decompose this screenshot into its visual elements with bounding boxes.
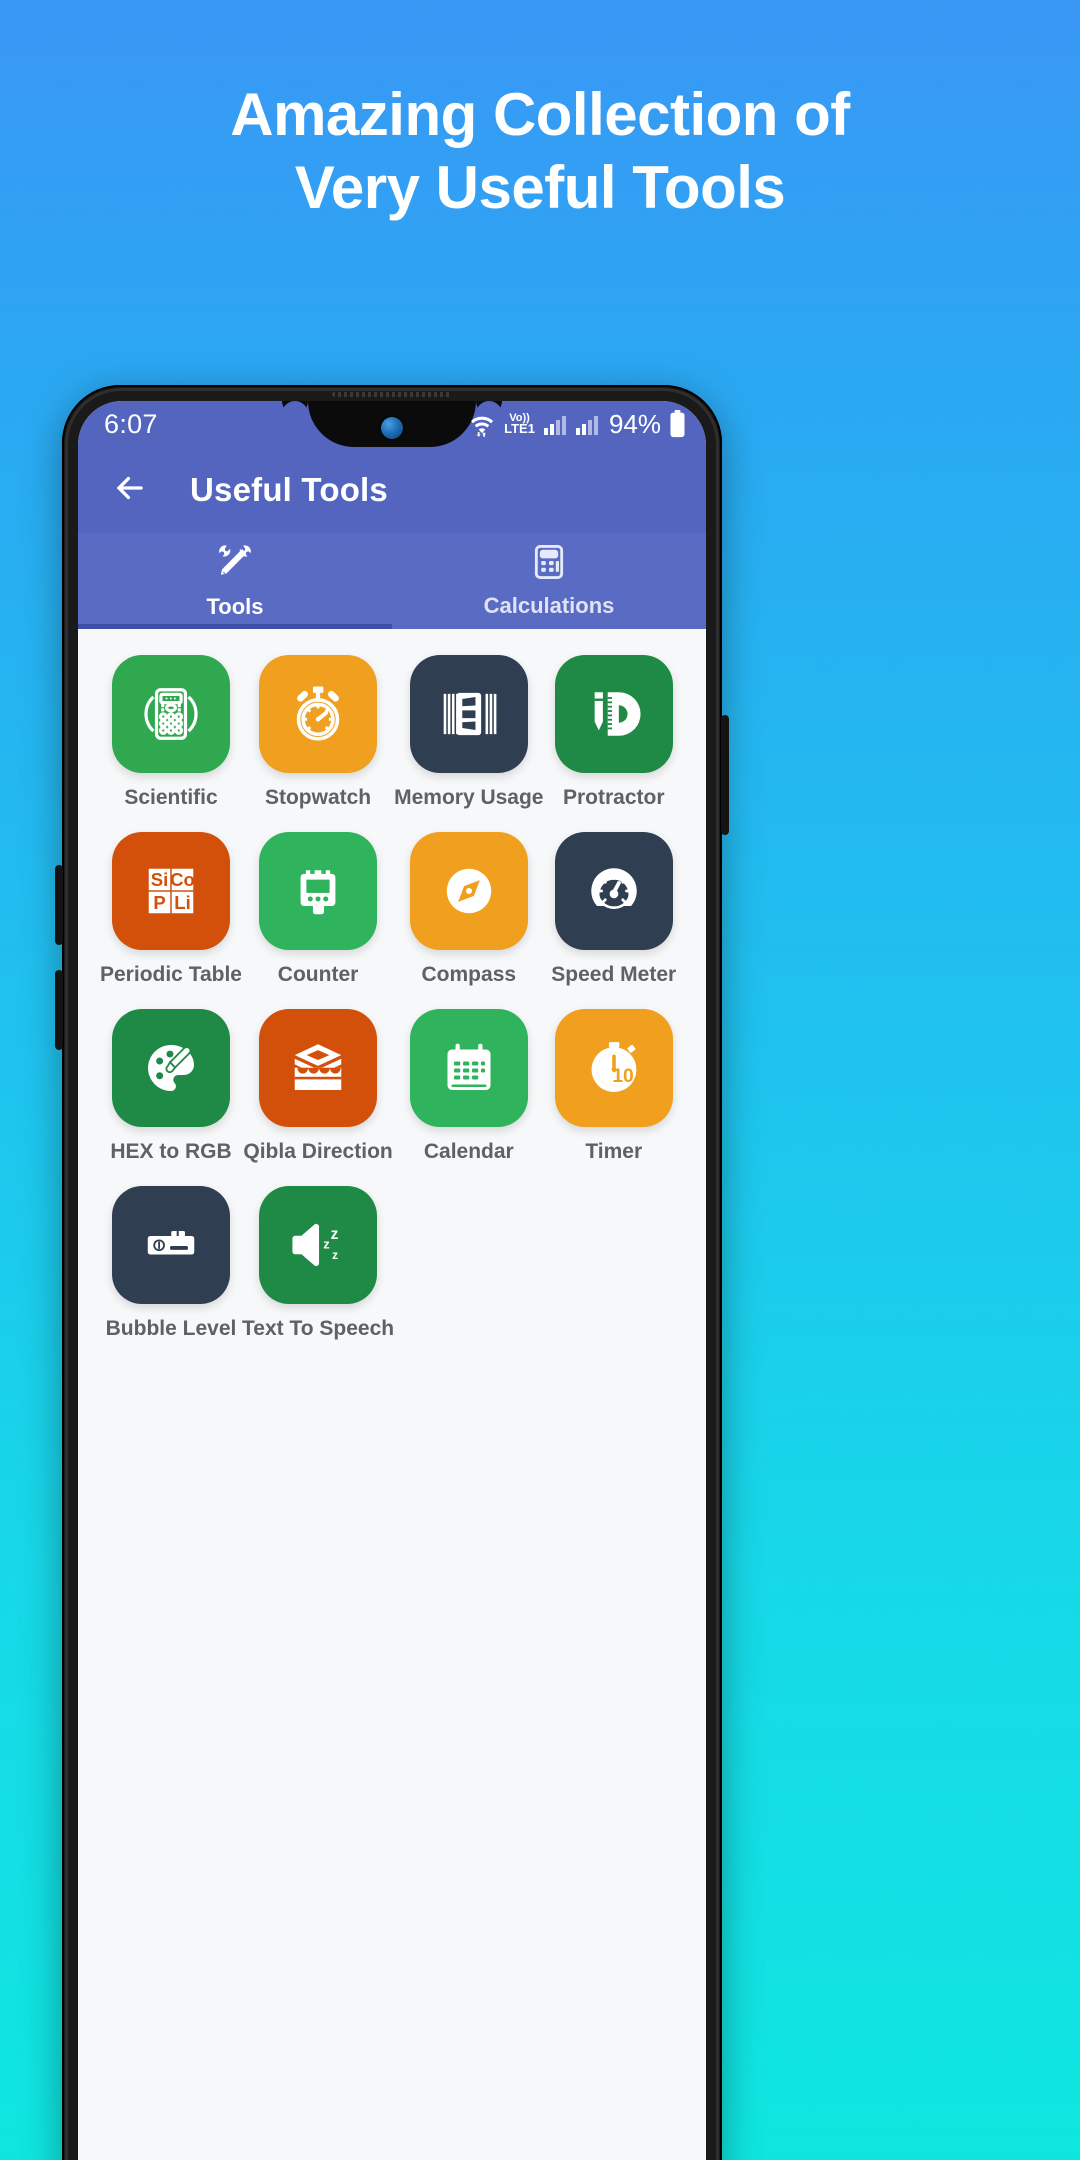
svg-text:P: P [153, 892, 165, 913]
signal-bars-icon [543, 413, 567, 435]
hero-line-2: Very Useful Tools [294, 154, 786, 222]
kaaba-icon [287, 1037, 349, 1099]
svg-text:z: z [332, 1248, 338, 1262]
phone-screen: 6:07 Vo)) LTE1 94% Useful Tools Tools Ca… [78, 401, 706, 2160]
front-camera [381, 417, 403, 439]
phone-mockup: 6:07 Vo)) LTE1 94% Useful Tools Tools Ca… [55, 385, 729, 2160]
grid-label-compass: Compass [421, 963, 517, 986]
tab-label-calculations: Calculations [483, 593, 615, 618]
grid-label-bubble-level: Bubble Level [105, 1317, 237, 1340]
grid-label-scientific: Scientific [124, 786, 218, 809]
svg-text:10: 10 [612, 1066, 633, 1087]
grid-label-memory-usage: Memory Usage [394, 786, 544, 809]
svg-text:z: z [323, 1237, 329, 1252]
tile-qibla-direction[interactable] [259, 1009, 378, 1127]
compass-icon [438, 860, 500, 922]
volume-down-button[interactable] [55, 970, 63, 1050]
grid-label-qibla-direction: Qibla Direction [243, 1140, 393, 1163]
svg-text:Li: Li [174, 892, 190, 913]
stopwatch-icon [286, 682, 350, 746]
grid-item-qibla-direction[interactable]: Qibla Direction [242, 1009, 394, 1164]
tools-icon [215, 542, 255, 587]
grid-label-timer: Timer [585, 1140, 643, 1163]
tab-active-indicator [78, 624, 392, 629]
speaker-zzz-icon: z z z [287, 1214, 349, 1276]
battery-icon [669, 410, 686, 438]
grid-item-calendar[interactable]: Calendar [394, 1009, 543, 1164]
protractor-icon [585, 685, 643, 743]
svg-text:Co: Co [170, 869, 195, 890]
grid-label-text-to-speech: Text To Speech [242, 1317, 395, 1340]
tile-speed-meter[interactable] [554, 832, 673, 950]
volume-up-button[interactable] [55, 865, 63, 945]
grid-item-stopwatch[interactable]: Stopwatch [242, 655, 394, 810]
tile-memory-usage[interactable] [409, 655, 528, 773]
counter-device-icon [289, 862, 347, 920]
grid-label-stopwatch: Stopwatch [264, 786, 372, 809]
power-button[interactable] [721, 715, 729, 835]
status-time: 6:07 [104, 408, 158, 439]
grid-item-scientific[interactable]: Scientific [100, 655, 242, 810]
speedometer-icon [583, 860, 645, 922]
grid-label-speed-meter: Speed Meter [551, 963, 677, 986]
tile-bubble-level[interactable] [112, 1186, 230, 1304]
grid-item-compass[interactable]: Compass [394, 832, 543, 987]
grid-item-timer[interactable]: 10 Timer [543, 1009, 684, 1164]
grid-item-counter[interactable]: Counter [242, 832, 394, 987]
volte-indicator: Vo)) LTE1 [504, 412, 535, 437]
tab-label-tools: Tools [206, 594, 264, 619]
tile-stopwatch[interactable] [259, 655, 378, 773]
page-title: Useful Tools [190, 471, 388, 508]
tools-grid-area: Scientific Stopwatch Memory Usage Protra… [78, 629, 706, 2160]
calendar-icon [439, 1038, 499, 1098]
paint-palette-icon [140, 1037, 202, 1099]
tab-calculations[interactable]: Calculations [392, 533, 706, 629]
grid-label-calendar: Calendar [423, 1140, 514, 1163]
tile-counter[interactable] [259, 832, 378, 950]
grid-item-bubble-level[interactable]: Bubble Level [100, 1186, 242, 1341]
svg-text:z: z [331, 1226, 339, 1243]
back-button[interactable] [104, 464, 156, 516]
tab-tools[interactable]: Tools [78, 533, 392, 629]
signal-bars-icon-2 [575, 413, 599, 435]
grid-item-hex-to-rgb[interactable]: HEX to RGB [100, 1009, 242, 1164]
back-arrow-icon [111, 469, 149, 512]
timer-10-icon: 10 [582, 1036, 646, 1100]
grid-item-text-to-speech[interactable]: z z z Text To Speech [242, 1186, 394, 1341]
hero-headline: Amazing Collection of Very Useful Tools [0, 78, 1080, 224]
calculator-icon [530, 543, 568, 586]
volte-bottom-text: LTE1 [504, 421, 535, 437]
tile-hex-to-rgb[interactable] [112, 1009, 230, 1127]
tile-scientific[interactable] [112, 655, 230, 773]
tile-calendar[interactable] [409, 1009, 528, 1127]
grid-label-protractor: Protractor [562, 786, 665, 809]
grid-label-periodic-table: Periodic Table [100, 963, 242, 986]
app-bar: Useful Tools [78, 447, 706, 533]
grid-item-periodic-table[interactable]: Si Co P Li Periodic Table [100, 832, 242, 987]
tile-protractor[interactable] [554, 655, 673, 773]
scientific-calculator-icon [140, 683, 202, 745]
hero-line-1: Amazing Collection of [230, 81, 850, 148]
grid-item-memory-usage[interactable]: Memory Usage [394, 655, 543, 810]
bubble-level-icon [140, 1214, 202, 1276]
tile-periodic-table[interactable]: Si Co P Li [112, 832, 230, 950]
grid-item-speed-meter[interactable]: Speed Meter [543, 832, 684, 987]
memory-ram-icon [438, 683, 500, 745]
tile-timer[interactable]: 10 [554, 1009, 673, 1127]
battery-percent: 94% [608, 408, 661, 439]
tools-grid: Scientific Stopwatch Memory Usage Protra… [100, 655, 684, 1341]
svg-text:Si: Si [151, 869, 168, 890]
periodic-table-icon: Si Co P Li [141, 861, 201, 921]
tab-bar: Tools Calculations [78, 533, 706, 629]
grid-label-hex-to-rgb: HEX to RGB [110, 1140, 232, 1163]
earpiece-speaker [332, 392, 452, 397]
tile-text-to-speech[interactable]: z z z [259, 1186, 378, 1304]
tile-compass[interactable] [409, 832, 528, 950]
grid-item-protractor[interactable]: Protractor [543, 655, 684, 810]
grid-label-counter: Counter [277, 963, 359, 986]
